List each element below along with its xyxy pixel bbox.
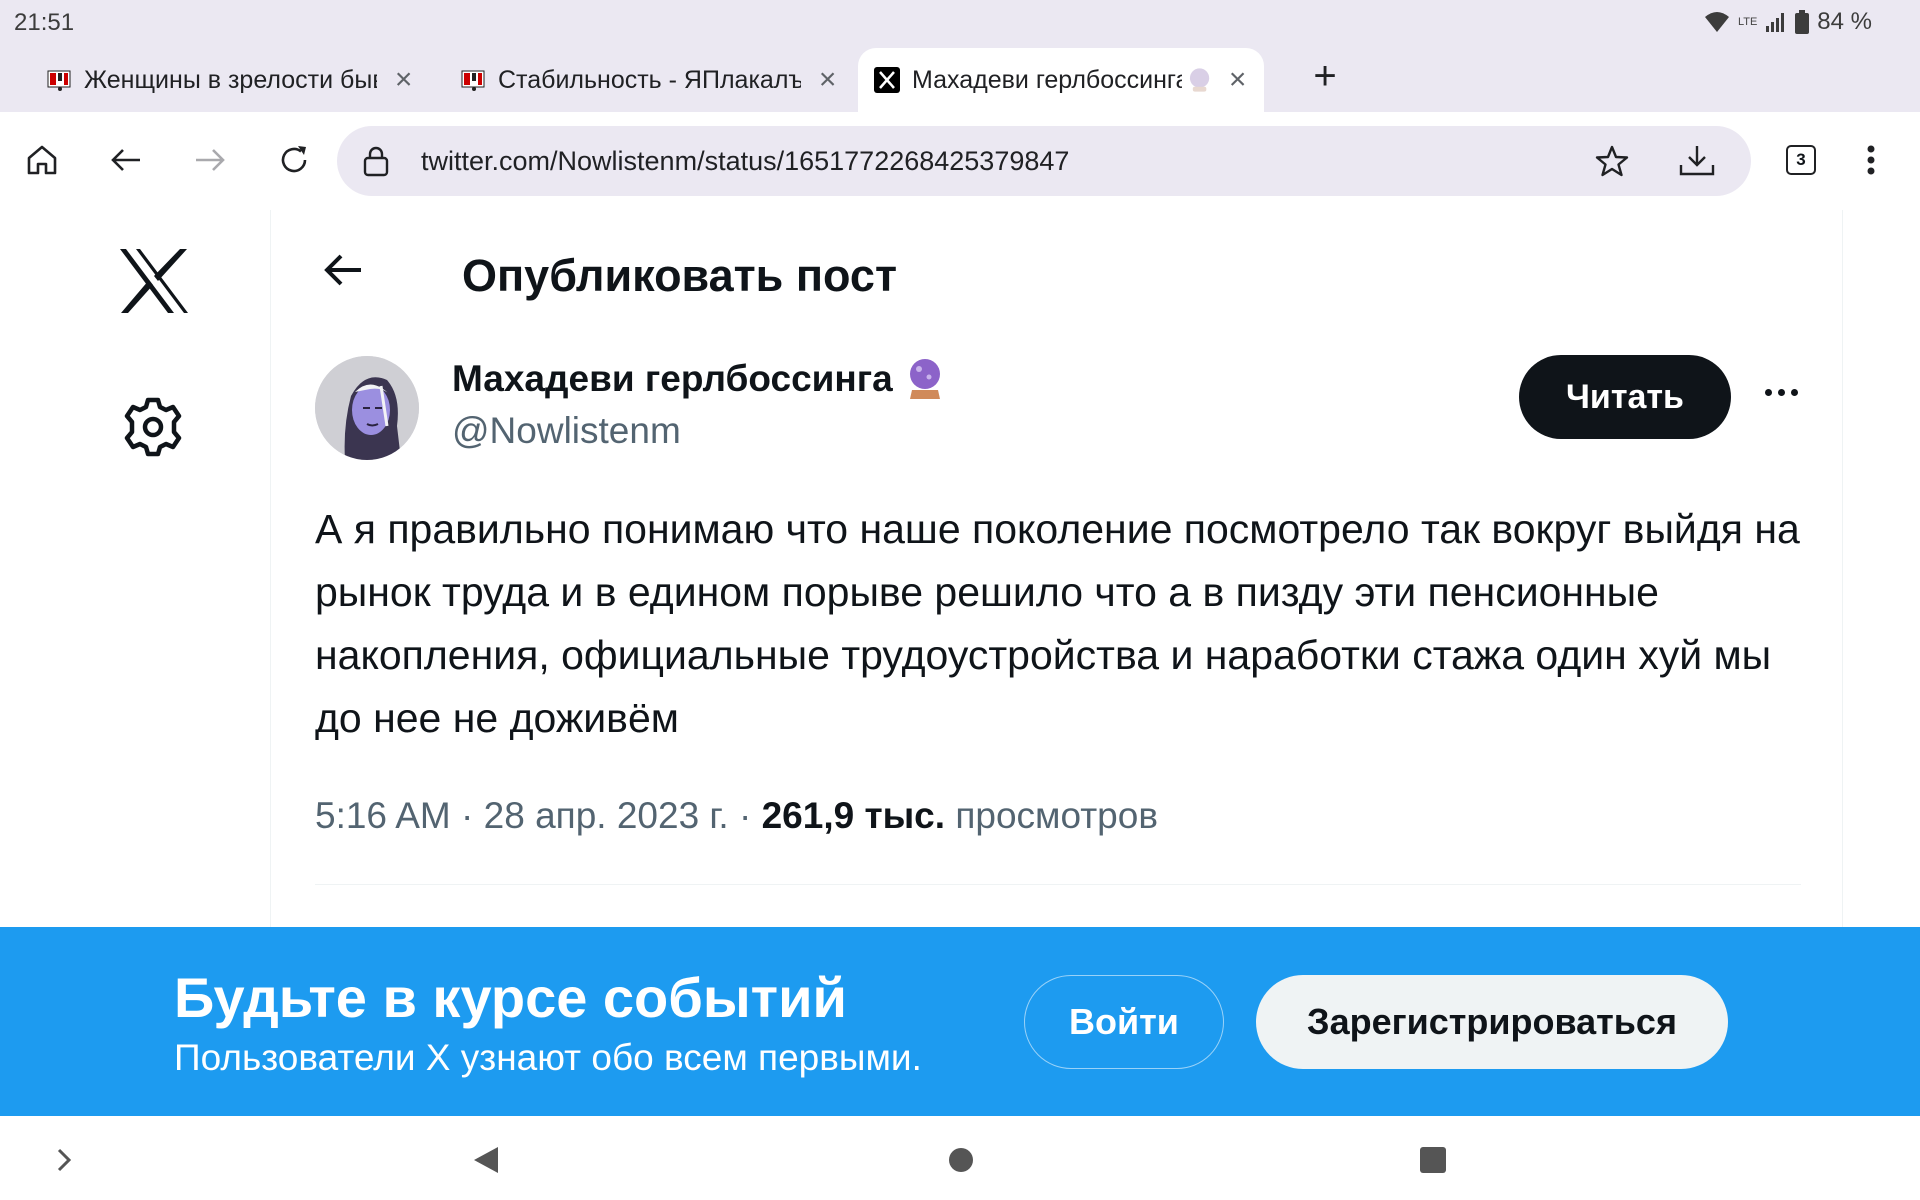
post-meta: 5:16 AM · 28 апр. 2023 г. · 261,9 тыс. п…: [315, 795, 1158, 837]
new-tab-button[interactable]: +: [1300, 54, 1350, 99]
post-date[interactable]: 28 апр. 2023 г.: [484, 795, 729, 836]
network-type: LTE: [1737, 16, 1758, 28]
author-handle[interactable]: @Nowlistenm: [452, 410, 681, 452]
signal-icon: [1766, 13, 1785, 32]
yaplakal-icon: [47, 70, 71, 91]
arrow-left-icon: [111, 149, 140, 171]
dot: [1764, 388, 1772, 396]
login-button[interactable]: Войти: [1024, 975, 1224, 1069]
tab-title: Стабильность - ЯПлакалъ: [498, 65, 802, 94]
chevron-right-icon: [57, 1148, 72, 1172]
nav-back-button[interactable]: [466, 1140, 506, 1180]
close-icon[interactable]: ×: [811, 63, 844, 97]
tab-switcher-button[interactable]: 3: [1773, 132, 1829, 188]
home-button[interactable]: [14, 132, 70, 188]
arrow-left-icon: [324, 254, 361, 286]
view-count: 261,9 тыс.: [761, 795, 946, 836]
square-recents-icon: [1420, 1147, 1446, 1173]
post-time[interactable]: 5:16 AM: [315, 795, 451, 836]
more-options-button[interactable]: [1751, 372, 1811, 412]
url-text: twitter.com/Nowlistenm/status/1651772268…: [421, 146, 1070, 176]
settings-link[interactable]: [122, 396, 184, 463]
close-icon[interactable]: ×: [387, 63, 420, 97]
banner-title: Будьте в курсе событий: [174, 966, 847, 1029]
reload-button[interactable]: [266, 132, 322, 188]
crystal-ball-icon: [1189, 68, 1210, 92]
download-button[interactable]: [1669, 133, 1725, 189]
nav-home-button[interactable]: [941, 1140, 981, 1180]
web-page: Опубликовать пост Махадеви герлбоссинга …: [0, 210, 1920, 927]
battery-level: 84 %: [1817, 8, 1872, 35]
status-indicators: LTE 84 %: [1704, 8, 1872, 36]
star-icon: [1595, 145, 1629, 177]
crystal-ball-icon: [909, 359, 940, 399]
battery-icon: [1795, 10, 1810, 34]
tab-1[interactable]: Женщины в зрелости быв ×: [30, 48, 430, 112]
wifi-icon: [1704, 12, 1729, 32]
arrow-right-icon: [196, 149, 225, 171]
browser-toolbar: twitter.com/Nowlistenm/status/1651772268…: [0, 112, 1920, 210]
system-nav-bar: [0, 1116, 1920, 1200]
tab-count: 3: [1786, 145, 1816, 175]
download-icon: [1679, 146, 1715, 176]
circle-home-icon: [949, 1148, 973, 1172]
tab-title: Женщины в зрелости быв: [84, 65, 378, 94]
gear-icon: [124, 397, 182, 457]
tab-3-active[interactable]: Махадеви герлбоссинга ×: [858, 48, 1264, 112]
signup-banner: Будьте в курсе событий Пользователи X уз…: [0, 927, 1920, 1116]
status-bar: 21:51 LTE 84 %: [0, 0, 1920, 44]
forward-button[interactable]: [182, 132, 238, 188]
views-label: просмотров: [945, 795, 1158, 836]
divider: [315, 884, 1801, 885]
nav-recents-button[interactable]: [1413, 1140, 1453, 1180]
separator: ·: [728, 795, 762, 836]
reload-icon: [281, 146, 307, 173]
tab-2[interactable]: Стабильность - ЯПлакалъ ×: [444, 48, 854, 112]
status-time: 21:51: [14, 9, 75, 36]
signup-button[interactable]: Зарегистрироваться: [1256, 975, 1728, 1069]
dot: [1777, 388, 1785, 396]
separator: ·: [450, 795, 484, 836]
triangle-back-icon: [474, 1147, 498, 1173]
page-title: Опубликовать пост: [462, 250, 897, 301]
nav-expand-button[interactable]: [44, 1140, 84, 1180]
main-column: Опубликовать пост Махадеви герлбоссинга …: [270, 210, 1843, 927]
home-icon: [27, 145, 57, 175]
kebab-menu-icon: [1867, 145, 1875, 175]
lock-icon: [363, 146, 389, 177]
x-logo-icon: [120, 249, 188, 313]
close-icon[interactable]: ×: [1221, 63, 1254, 97]
tab-title: Махадеви герлбоссинга: [912, 65, 1183, 94]
bookmark-button[interactable]: [1584, 133, 1640, 189]
back-link[interactable]: [321, 250, 365, 295]
x-logo-icon: [874, 67, 900, 93]
back-button[interactable]: [98, 132, 154, 188]
menu-button[interactable]: [1843, 132, 1899, 188]
author-name-text: Махадеви герлбоссинга: [452, 358, 893, 399]
post-text: А я правильно понимаю что наше поколение…: [315, 506, 1800, 741]
address-bar[interactable]: twitter.com/Nowlistenm/status/1651772268…: [337, 126, 1751, 196]
author-name[interactable]: Махадеви герлбоссинга: [452, 358, 943, 400]
follow-button[interactable]: Читать: [1519, 355, 1731, 439]
avatar[interactable]: [315, 356, 419, 460]
x-logo-link[interactable]: [118, 248, 190, 319]
avatar-image: [315, 356, 419, 460]
yaplakal-icon: [461, 70, 485, 91]
banner-subtitle: Пользователи X узнают обо всем первыми.: [174, 1037, 922, 1078]
dot: [1790, 388, 1798, 396]
tab-strip: Женщины в зрелости быв × Стабильность - …: [0, 44, 1920, 112]
